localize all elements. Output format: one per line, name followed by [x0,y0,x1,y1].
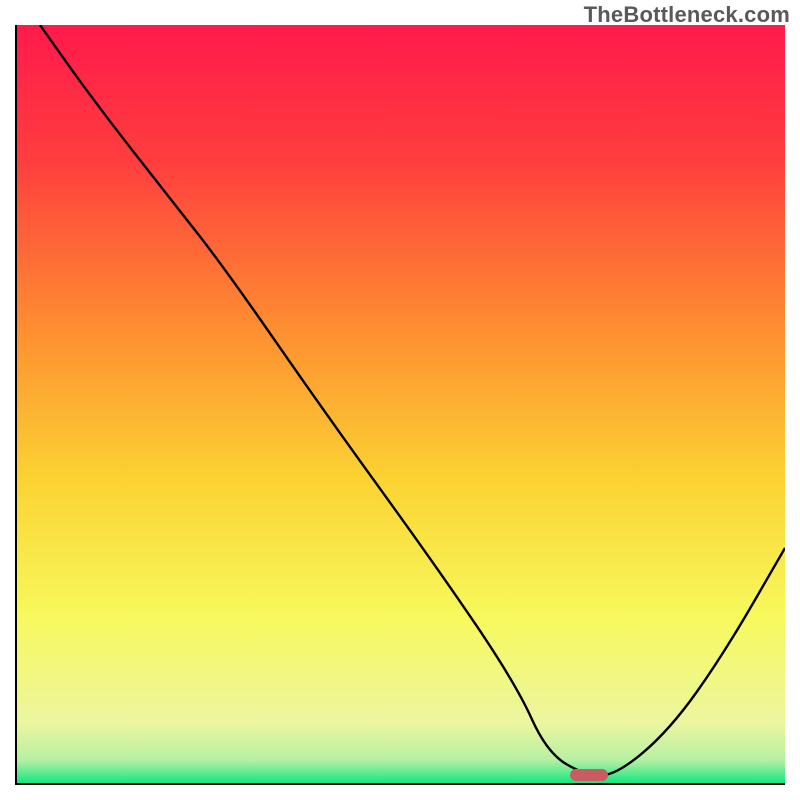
curve-path [40,25,785,775]
chart-stage: TheBottleneck.com [0,0,800,800]
plot-area [15,25,785,785]
optimal-marker [570,769,608,781]
x-axis [15,783,785,785]
bottleneck-curve [17,25,785,783]
